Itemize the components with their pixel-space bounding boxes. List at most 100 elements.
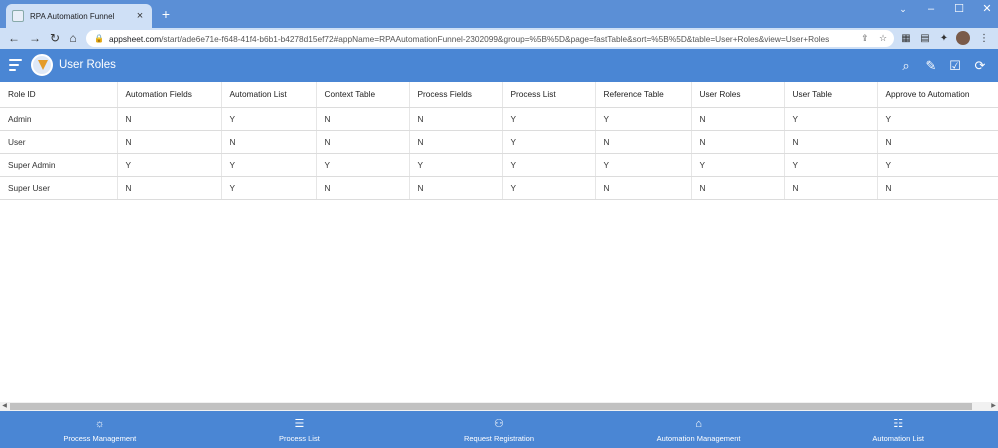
robot-icon: ⌂ xyxy=(695,417,702,430)
scroll-left-icon[interactable]: ◀ xyxy=(0,402,9,411)
table-cell: Y xyxy=(877,153,998,177)
scrollbar-thumb[interactable] xyxy=(10,403,972,410)
table-cell: Y xyxy=(502,176,596,200)
column-header[interactable]: Context Table xyxy=(316,82,410,108)
column-header[interactable]: Reference Table xyxy=(595,82,692,108)
table-cell: Y xyxy=(502,130,596,154)
page-title: User Roles xyxy=(59,59,116,71)
table-cell: N xyxy=(316,130,410,154)
tab-search-icon[interactable]: ⌄ xyxy=(888,0,918,18)
table-cell: Y xyxy=(409,153,503,177)
column-header[interactable]: Process List xyxy=(502,82,596,108)
table-row[interactable]: User N N N N Y N N N N xyxy=(0,130,998,154)
browser-menu-icon[interactable]: ⋮ xyxy=(976,30,992,47)
sync-icon[interactable]: ⟳ xyxy=(971,57,989,75)
table-cell: N xyxy=(221,130,317,154)
table-cell: Super Admin xyxy=(0,153,118,177)
maximize-icon[interactable]: ☐ xyxy=(944,0,974,18)
table-cell: User xyxy=(0,130,118,154)
table-cell: Super User xyxy=(0,176,118,200)
table-cell: Y xyxy=(221,107,317,131)
extensions-grid-icon[interactable]: ▦ xyxy=(898,30,914,47)
browser-tab[interactable]: RPA Automation Funnel × xyxy=(6,4,152,28)
table-cell: Y xyxy=(784,107,878,131)
table-cell: Y xyxy=(221,176,317,200)
table-cell: N xyxy=(409,130,503,154)
nav-process-list[interactable]: ☰ Process List xyxy=(200,411,400,448)
table-cell: N xyxy=(784,176,878,200)
search-icon[interactable]: ⌕ xyxy=(897,57,915,75)
table-cell: N xyxy=(784,130,878,154)
table-cell: N xyxy=(877,176,998,200)
back-icon[interactable]: ← xyxy=(5,30,23,47)
table-cell: N xyxy=(316,107,410,131)
column-header[interactable]: User Roles xyxy=(691,82,785,108)
url-text: appsheet.com/start/ade6e71e-f648-41f4-b6… xyxy=(109,33,830,44)
table-cell: Y xyxy=(316,153,410,177)
table-cell: N xyxy=(691,107,785,131)
column-header[interactable]: Automation Fields xyxy=(117,82,222,108)
column-header[interactable]: Automation List xyxy=(221,82,317,108)
home-icon[interactable]: ⌂ xyxy=(64,30,82,47)
table-cell: Y xyxy=(502,153,596,177)
profile-avatar[interactable] xyxy=(956,31,970,45)
bottom-navigation: ☼ Process Management ☰ Process List ⚇ Re… xyxy=(0,411,998,448)
table-cell: N xyxy=(691,130,785,154)
table-cell: Y xyxy=(691,153,785,177)
table-cell: Y xyxy=(502,107,596,131)
table-cell: Admin xyxy=(0,107,118,131)
table-cell: Y xyxy=(877,107,998,131)
table-cell: Y xyxy=(117,153,222,177)
reload-icon[interactable]: ↻ xyxy=(46,30,64,47)
share-icon[interactable]: ⇪ xyxy=(858,33,872,44)
bookmark-star-icon[interactable]: ☆ xyxy=(876,33,890,44)
table-cell: N xyxy=(691,176,785,200)
table-row[interactable]: Super Admin Y Y Y Y Y Y Y Y Y xyxy=(0,153,998,177)
table-row[interactable]: Super User N Y N N Y N N N N xyxy=(0,176,998,200)
hamburger-menu-icon[interactable] xyxy=(9,59,22,71)
table-cell: Y xyxy=(221,153,317,177)
scroll-right-icon[interactable]: ▶ xyxy=(989,402,998,411)
table-cell: N xyxy=(316,176,410,200)
checklist-icon: ☷ xyxy=(893,417,904,430)
select-checkbox-icon[interactable]: ☑ xyxy=(946,57,964,75)
user-roles-table: Role ID Automation Fields Automation Lis… xyxy=(0,82,998,404)
puzzle-icon[interactable]: ✦ xyxy=(936,30,952,47)
close-tab-icon[interactable]: × xyxy=(134,10,146,22)
bulb-icon: ☼ xyxy=(94,417,105,430)
flag-extension-icon[interactable]: ▤ xyxy=(917,30,933,47)
column-header[interactable]: User Table xyxy=(784,82,878,108)
table-header-row: Role ID Automation Fields Automation Lis… xyxy=(0,82,998,108)
column-header[interactable]: Process Fields xyxy=(409,82,503,108)
table-cell: N xyxy=(409,107,503,131)
address-bar[interactable]: 🔒 appsheet.com/start/ade6e71e-f648-41f4-… xyxy=(86,30,894,47)
add-person-icon: ⚇ xyxy=(494,417,504,430)
app-logo-icon xyxy=(31,54,53,76)
nav-automation-management[interactable]: ⌂ Automation Management xyxy=(599,411,799,448)
table-cell: N xyxy=(117,130,222,154)
tab-title: RPA Automation Funnel xyxy=(30,11,115,21)
table-cell: N xyxy=(595,130,692,154)
minimize-icon[interactable]: – xyxy=(916,0,946,18)
new-tab-icon[interactable]: + xyxy=(158,6,174,22)
table-cell: Y xyxy=(595,153,692,177)
table-cell: Y xyxy=(595,107,692,131)
column-header[interactable]: Role ID xyxy=(0,82,118,108)
lock-icon: 🔒 xyxy=(94,34,104,43)
browser-tabstrip: RPA Automation Funnel × + ⌄ – ☐ ✕ xyxy=(0,0,998,28)
table-cell: N xyxy=(595,176,692,200)
horizontal-scrollbar[interactable]: ◀ ▶ xyxy=(0,402,998,411)
edit-icon[interactable]: ✎ xyxy=(922,57,940,75)
nav-process-management[interactable]: ☼ Process Management xyxy=(0,411,200,448)
nav-request-registration[interactable]: ⚇ Request Registration xyxy=(399,411,599,448)
forward-icon[interactable]: → xyxy=(26,30,44,47)
close-window-icon[interactable]: ✕ xyxy=(972,0,998,18)
table-row[interactable]: Admin N Y N N Y Y N Y Y xyxy=(0,107,998,131)
nav-automation-list[interactable]: ☷ Automation List xyxy=(798,411,998,448)
browser-toolbar: ← → ↻ ⌂ 🔒 appsheet.com/start/ade6e71e-f6… xyxy=(0,28,998,49)
list-icon: ☰ xyxy=(294,417,305,430)
table-cell: N xyxy=(877,130,998,154)
column-header[interactable]: Approve to Automation xyxy=(877,82,998,108)
app-header: User Roles ⌕ ✎ ☑ ⟳ xyxy=(0,49,998,82)
table-cell: Y xyxy=(784,153,878,177)
